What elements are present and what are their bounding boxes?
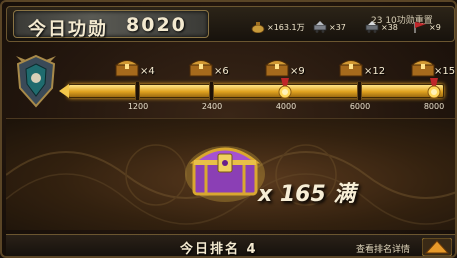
merit-progress-bar: [59, 84, 444, 98]
milestone-tick: [209, 82, 214, 100]
reward-amount: ×37: [329, 22, 346, 32]
title-plate: 今日功勋 8020: [13, 10, 209, 40]
reward-amount: ×163.1万: [267, 22, 305, 32]
milestone-tick: [135, 82, 140, 100]
ore-cart-icon: [365, 21, 379, 33]
daily-merit-panel: 今日功勋 8020 23 10功勋重置 ×163.1万 ×37 ×38 ×9 1…: [0, 0, 457, 258]
merit-score: 8020: [126, 14, 187, 36]
reward-ore-a: ×37: [312, 18, 346, 36]
reward-flag: ×9: [412, 18, 441, 36]
milestone-chest-icon[interactable]: [264, 56, 290, 78]
view-rank-details-link[interactable]: 查看排名详情: [356, 242, 410, 255]
chest-multiplier: ×6: [214, 66, 229, 77]
reward-amount: ×38: [381, 22, 398, 32]
milestone-threshold: 6000: [349, 102, 371, 111]
reward-coins: ×163.1万: [250, 18, 305, 36]
medal-marker-icon: [278, 78, 292, 99]
expand-arrow-icon[interactable]: [422, 238, 452, 256]
medal-marker-icon: [427, 78, 441, 99]
milestone-threshold: 1200: [127, 102, 149, 111]
red-flag-icon: [414, 22, 426, 33]
daily-rank: 今日排名 4: [180, 242, 258, 257]
milestone-chest-icon[interactable]: [410, 56, 436, 78]
chest-reward-count: x 165 满: [258, 182, 356, 207]
page-title: 今日功勋: [28, 19, 108, 40]
chest-multiplier: ×12: [364, 66, 386, 77]
chest-multiplier: ×15: [434, 66, 456, 77]
reward-amount: ×9: [429, 22, 441, 32]
milestone-tick: [357, 82, 362, 100]
reward-ore-b: ×38: [364, 18, 398, 36]
milestone-threshold: 8000: [423, 102, 445, 111]
milestone-chest-icon[interactable]: [338, 56, 364, 78]
chest-multiplier: ×9: [290, 66, 305, 77]
coin-bag-icon: [251, 22, 265, 33]
milestone-chest-icon[interactable]: [188, 56, 214, 78]
milestone-chest-icon[interactable]: [114, 56, 140, 78]
ore-cart-icon: [313, 21, 327, 33]
milestone-threshold: 4000: [275, 102, 297, 111]
milestone-threshold: 2400: [201, 102, 223, 111]
chest-multiplier: ×4: [140, 66, 155, 77]
big-treasure-chest-icon[interactable]: [184, 132, 266, 202]
shield-emblem-icon: [16, 54, 56, 108]
